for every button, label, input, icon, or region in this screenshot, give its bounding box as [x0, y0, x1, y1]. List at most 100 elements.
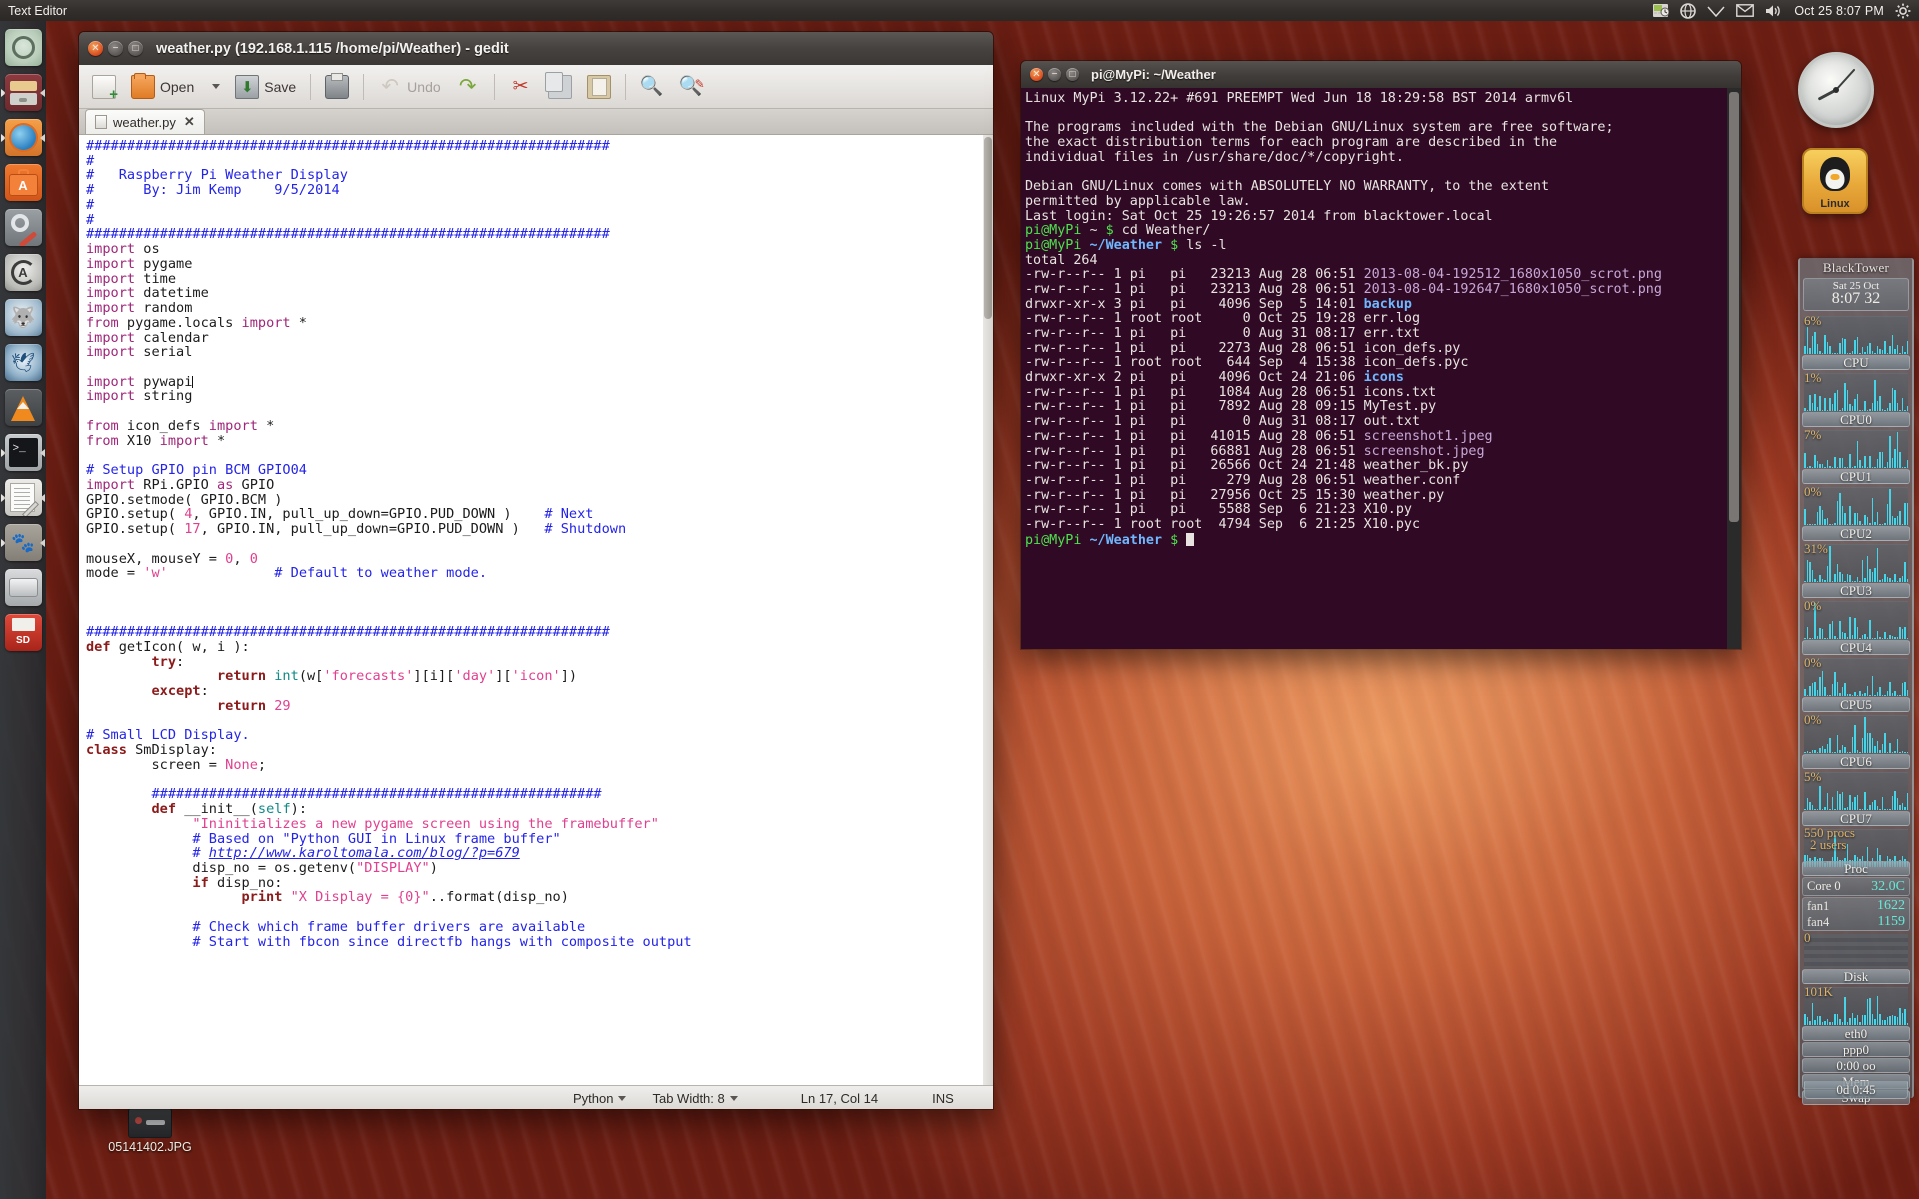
launcher-item-disk[interactable]	[0, 565, 46, 610]
code-line: ########################################…	[86, 138, 610, 154]
open-dropdown-button[interactable]	[203, 81, 226, 92]
cpu-percent: 5%	[1804, 769, 1822, 784]
hard-disk-icon	[4, 569, 42, 606]
cpu-label: CPU3	[1802, 583, 1910, 598]
workspace-switcher-icon[interactable]	[1653, 2, 1670, 20]
search-icon: 🔍	[639, 75, 664, 97]
terminal-line: drwxr-xr-x 3 pi pi 4096 Sep 5 14:01 back…	[1025, 296, 1412, 312]
tab-close-icon[interactable]: ✕	[184, 114, 195, 130]
conky-cpu-block: 31% CPU3	[1802, 541, 1910, 598]
new-document-button[interactable]	[86, 72, 122, 102]
wifi-icon[interactable]	[1707, 2, 1725, 20]
cpu-percent: 0%	[1804, 712, 1822, 727]
launcher-item-thunderbird[interactable]: 🕊	[0, 340, 46, 385]
conky-cpu-blocks: 6% CPU 1% CPU0 7% CPU1 0% CPU2 31% CPU3 0% CPU4 0% CP…	[1798, 313, 1914, 826]
copy-button[interactable]	[542, 71, 578, 102]
launcher-item-system-settings[interactable]	[0, 205, 46, 250]
editor-scrollbar[interactable]	[983, 135, 993, 1085]
close-button[interactable]: ✕	[88, 41, 103, 56]
print-button[interactable]	[319, 72, 355, 102]
terminal-scrollbar[interactable]	[1727, 88, 1741, 649]
cut-button[interactable]: ✂	[503, 72, 539, 102]
launcher-item-firefox[interactable]	[0, 115, 46, 160]
save-button[interactable]: Save	[229, 72, 302, 102]
source-code-text[interactable]: ########################################…	[79, 135, 983, 1085]
minimize-button[interactable]: −	[108, 41, 123, 56]
open-button[interactable]: Open	[125, 72, 200, 102]
launcher-item-vlc[interactable]	[0, 385, 46, 430]
software-updater-icon: A	[4, 254, 42, 291]
terminal-line: -rw-r--r-- 1 pi pi 27956 Oct 25 15:30 we…	[1025, 487, 1445, 503]
conky-system-monitor: BlackTower Sat 25 Oct 8:07 32 6% CPU 1% CPU…	[1798, 258, 1914, 1105]
volume-icon[interactable]	[1765, 2, 1783, 20]
gedit-editor-area[interactable]: ########################################…	[79, 135, 993, 1085]
text-cursor	[192, 375, 194, 388]
maximize-button[interactable]: □	[1066, 68, 1079, 81]
gedit-titlebar[interactable]: ✕ − □ weather.py (192.168.1.115 /home/pi…	[79, 32, 993, 65]
terminal-window-controls: ✕ − □	[1021, 68, 1079, 81]
language-selector[interactable]: Python	[573, 1091, 627, 1106]
maximize-button[interactable]: □	[128, 41, 143, 56]
launcher-item-software-updater[interactable]: A	[0, 250, 46, 295]
minimize-button[interactable]: −	[1048, 68, 1061, 81]
system-settings-icon	[4, 209, 42, 246]
scrollbar-thumb[interactable]	[984, 137, 992, 319]
scrollbar-thumb[interactable]	[1729, 92, 1739, 522]
launcher-item-software-center[interactable]	[0, 160, 46, 205]
software-center-icon	[4, 164, 42, 201]
replace-button[interactable]: 🔍	[673, 72, 709, 102]
cpu-label: CPU5	[1802, 697, 1910, 712]
cpu-label: CPU	[1802, 355, 1910, 370]
code-line: import string	[86, 388, 193, 405]
terminal-line: the exact distribution terms for each pr…	[1025, 135, 1558, 151]
tab-weather-py[interactable]: weather.py ✕	[85, 109, 205, 134]
launcher-item-ubuntu-dash[interactable]	[0, 25, 46, 70]
launcher-item-gedit[interactable]	[0, 475, 46, 520]
conky-disk-block: 0 Disk	[1802, 930, 1910, 984]
conky-proc-label: Proc	[1802, 861, 1910, 876]
terminal-line: pi@MyPi ~/Weather $	[1025, 532, 1741, 547]
gear-icon[interactable]	[1895, 2, 1911, 20]
launcher-item-wolf-app[interactable]: 🐺	[0, 295, 46, 340]
conky-cpu-block: 1% CPU0	[1802, 370, 1910, 427]
code-line: GPIO.setmode( GPIO.BCM )	[86, 491, 283, 508]
terminal-titlebar[interactable]: ✕ − □ pi@MyPi: ~/Weather	[1021, 61, 1741, 88]
network-icon[interactable]	[1680, 2, 1697, 20]
tab-width-label: Tab Width: 8	[652, 1090, 725, 1106]
undo-arrow-icon: ↶	[381, 74, 399, 98]
desktop-icon-jpg[interactable]: 05141402.JPG	[85, 1108, 215, 1154]
terminal-line: -rw-r--r-- 1 pi pi 1084 Aug 28 06:51 ico…	[1025, 384, 1437, 400]
cpu-percent: 0%	[1804, 484, 1822, 499]
gedit-status-bar: Python Tab Width: 8 Ln 17, Col 14 INS	[79, 1085, 993, 1109]
terminal-window: ✕ − □ pi@MyPi: ~/Weather Linux MyPi 3.12…	[1020, 60, 1742, 650]
gedit-window: ✕ − □ weather.py (192.168.1.115 /home/pi…	[78, 31, 994, 1110]
code-line: # Based on "Python GUI in Linux frame bu…	[192, 830, 561, 847]
terminal-output[interactable]: Linux MyPi 3.12.22+ #691 PREEMPT Wed Jun…	[1021, 88, 1741, 649]
conky-cpu-block: 7% CPU1	[1802, 427, 1910, 484]
conky-ppp-label: ppp0	[1802, 1042, 1910, 1057]
launcher-item-files[interactable]	[0, 70, 46, 115]
disk-graph	[1804, 934, 1908, 968]
close-button[interactable]: ✕	[1030, 68, 1043, 81]
files-icon	[4, 74, 42, 111]
conky-net-block: 101K eth0	[1802, 984, 1910, 1041]
panel-app-title[interactable]: Text Editor	[8, 4, 67, 18]
redo-button[interactable]: ↷	[450, 72, 486, 102]
paste-button[interactable]	[581, 72, 617, 102]
find-button[interactable]: 🔍	[634, 72, 670, 102]
launcher-item-gimp[interactable]: 🐾	[0, 520, 46, 565]
code-line: print "X Display = {0}"..format(disp_no)	[241, 889, 569, 906]
undo-button[interactable]: ↶ Undo	[372, 72, 446, 102]
tux-label: Linux	[1820, 198, 1850, 210]
launcher-item-sd-card[interactable]: SD	[0, 610, 46, 655]
panel-clock[interactable]: Oct 25 8:07 PM	[1794, 4, 1884, 18]
mail-icon[interactable]	[1736, 2, 1755, 20]
launcher-item-terminal[interactable]	[0, 430, 46, 475]
tab-width-selector[interactable]: Tab Width: 8	[652, 1090, 738, 1106]
conky-cpu-block: 0% CPU4	[1802, 598, 1910, 655]
